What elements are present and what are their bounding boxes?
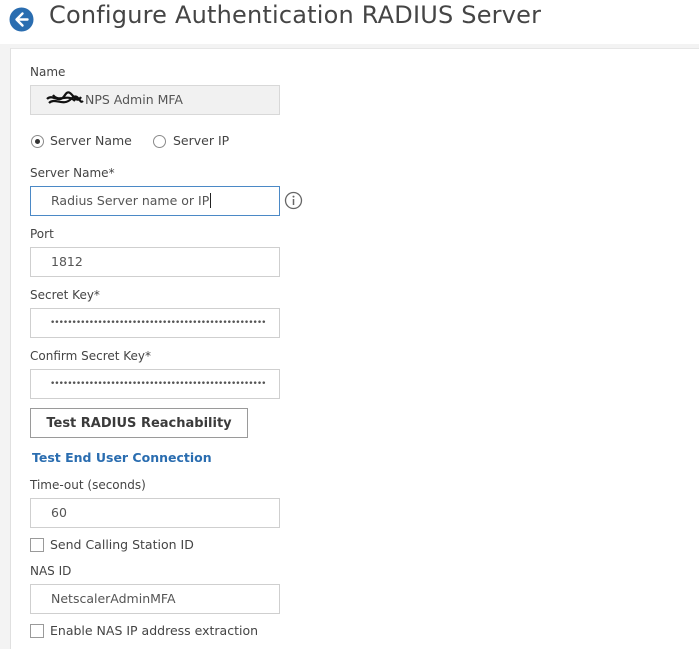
server-name-input[interactable]: Radius Server name or IP	[30, 186, 280, 216]
page-header: Configure Authentication RADIUS Server	[0, 0, 699, 44]
server-name-label: Server Name*	[30, 166, 115, 180]
nas-id-value: NetscalerAdminMFA	[51, 591, 176, 606]
nas-ip-extraction-checkbox[interactable]	[30, 624, 44, 638]
timeout-label: Time-out (seconds)	[30, 478, 146, 492]
name-label: Name	[30, 65, 66, 79]
secret-key-input[interactable]: ••••••••••••••••••••••••••••••••••••••••…	[30, 308, 280, 338]
server-name-radio[interactable]	[31, 135, 44, 148]
server-name-value: Radius Server name or IP	[51, 193, 212, 208]
port-value: 1812	[51, 254, 83, 269]
info-circle-icon[interactable]	[284, 191, 303, 210]
nas-id-label: NAS ID	[30, 564, 72, 578]
confirm-secret-key-input[interactable]: ••••••••••••••••••••••••••••••••••••••••…	[30, 369, 280, 399]
nas-ip-extraction-label[interactable]: Enable NAS IP address extraction	[50, 623, 258, 638]
timeout-input[interactable]: 60	[30, 498, 280, 528]
redaction-scribble	[46, 91, 84, 104]
send-calling-station-label[interactable]: Send Calling Station ID	[50, 537, 194, 552]
name-field: NPS Admin MFA	[30, 85, 280, 115]
test-end-user-connection-link[interactable]: Test End User Connection	[32, 450, 212, 465]
port-label: Port	[30, 227, 54, 241]
server-ip-radio[interactable]	[153, 135, 166, 148]
arrow-left-circle-icon[interactable]	[9, 7, 34, 32]
name-value: NPS Admin MFA	[85, 92, 183, 107]
port-input[interactable]: 1812	[30, 247, 280, 277]
confirm-secret-key-value: ••••••••••••••••••••••••••••••••••••••••…	[50, 379, 266, 389]
confirm-secret-key-label: Confirm Secret Key*	[30, 349, 152, 363]
send-calling-station-checkbox[interactable]	[30, 538, 44, 552]
server-name-radio-label[interactable]: Server Name	[50, 133, 132, 148]
timeout-value: 60	[51, 505, 67, 520]
test-radius-reachability-button[interactable]: Test RADIUS Reachability	[30, 408, 248, 438]
secret-key-value: ••••••••••••••••••••••••••••••••••••••••…	[50, 318, 266, 328]
secret-key-label: Secret Key*	[30, 288, 100, 302]
page-title: Configure Authentication RADIUS Server	[49, 1, 542, 29]
server-ip-radio-label[interactable]: Server IP	[173, 133, 229, 148]
nas-id-input[interactable]: NetscalerAdminMFA	[30, 584, 280, 614]
